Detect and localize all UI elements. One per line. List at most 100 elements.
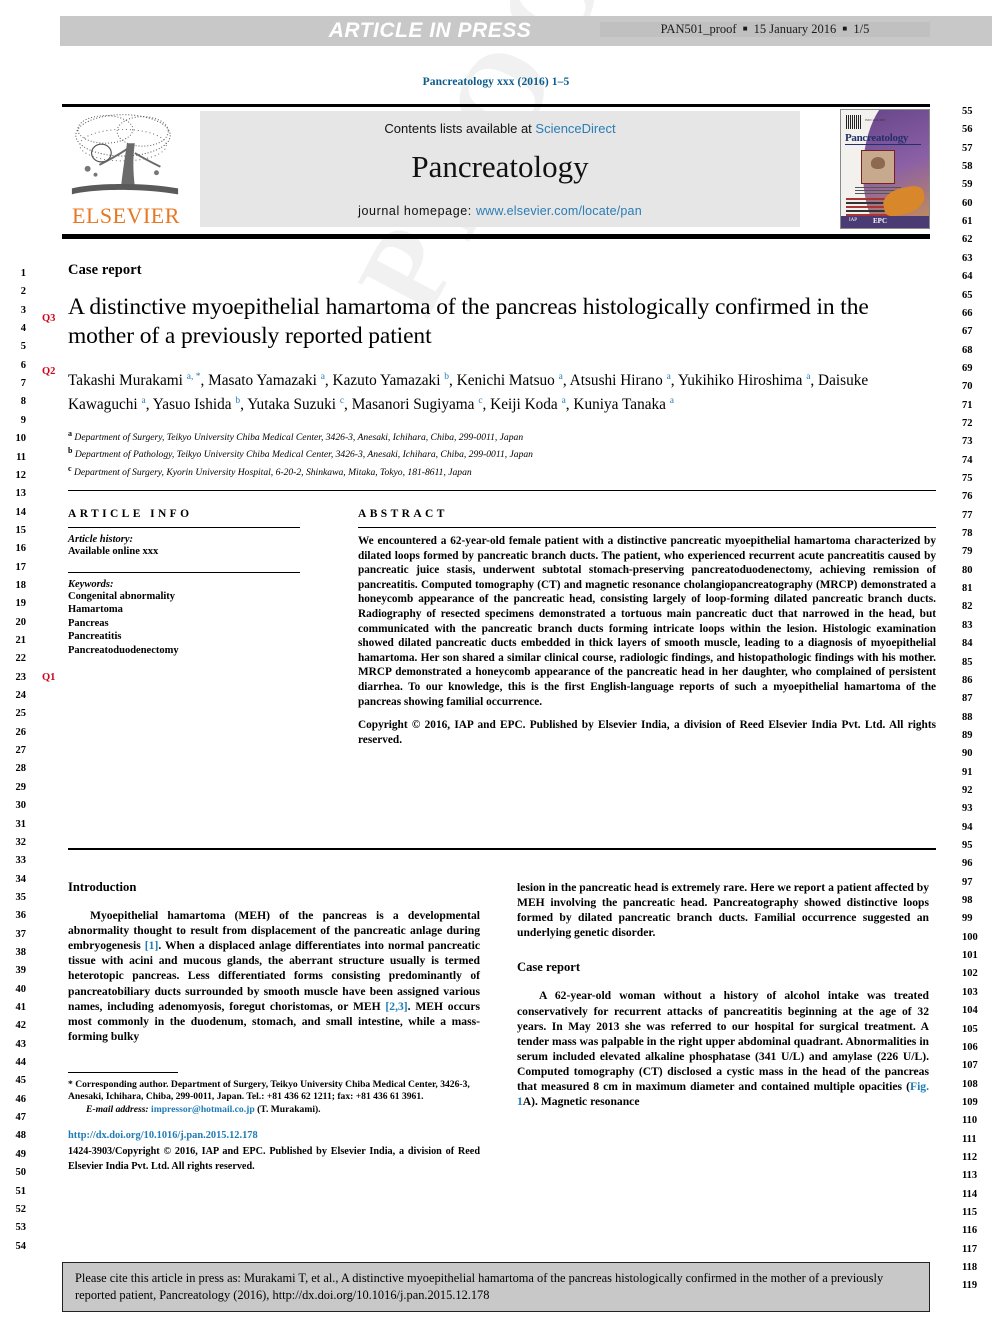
line-number: 63 (962, 252, 973, 264)
line-number: 10 (15, 433, 27, 445)
email-note: E-mail address: impressor@hotmail.co.jp … (68, 1104, 480, 1116)
line-number: 43 (15, 1038, 27, 1050)
line-number: 81 (962, 583, 973, 595)
line-number: 25 (15, 708, 27, 720)
introduction-heading: Introduction (68, 880, 137, 894)
line-number: 93 (962, 803, 973, 815)
line-number: 7 (20, 378, 26, 390)
elsevier-logo: ELSEVIER (62, 109, 190, 229)
author-list: Takashi Murakami a, *, Masato Yamazaki a… (68, 371, 869, 414)
reference-2-3-link[interactable]: [2,3] (385, 1000, 407, 1013)
email-label: E-mail address: (86, 1103, 149, 1115)
line-number: 87 (962, 693, 973, 705)
abstract-body-block: We encountered a 62-year-old female pati… (358, 527, 936, 747)
abstract-heading: ABSTRACT (358, 508, 448, 520)
square-separator-icon: ■ (742, 24, 748, 33)
article-info-column: ARTICLE INFO Article history: Available … (68, 508, 300, 657)
body-left-column: Introduction Myoepithelial hamartoma (ME… (68, 880, 480, 1174)
line-number: 114 (962, 1188, 978, 1200)
keywords-items: Congenital abnormality Hamartoma Pancreas P… (68, 590, 300, 657)
line-number: 36 (15, 910, 27, 922)
affiliation-a: a Department of Surgery, Teikyo Universi… (68, 428, 524, 444)
journal-title: Pancreatology (411, 149, 589, 184)
line-number: 61 (962, 216, 973, 228)
doi-link[interactable]: http://dx.doi.org/10.1016/j.pan.2015.12.… (68, 1128, 480, 1143)
cover-footer-right: EPC (873, 217, 887, 225)
article-history-block: Article history: Available online xxx (68, 527, 300, 558)
affiliation-list: a Department of Surgery, Teikyo Universi… (68, 427, 936, 479)
line-number: 78 (962, 528, 973, 540)
line-number: 6 (20, 359, 26, 371)
corresponding-author-note: * Corresponding author. Department of Su… (68, 1078, 470, 1103)
query-tag-q1[interactable]: Q1 (42, 672, 55, 683)
line-number: 85 (962, 656, 973, 668)
line-number: 28 (15, 763, 27, 775)
line-number: 35 (15, 891, 27, 903)
cover-journal-title: Pancreatology (845, 132, 921, 145)
line-number: 9 (20, 414, 26, 426)
line-number: 47 (15, 1112, 27, 1124)
query-tag-q2[interactable]: Q2 (42, 366, 55, 377)
line-number: 11 (16, 451, 26, 463)
introduction-paragraph: Myoepithelial hamartoma (MEH) of the pan… (68, 908, 480, 1044)
article-type-kicker: Case report (68, 262, 142, 278)
line-number: 68 (962, 344, 973, 356)
journal-masthead: ELSEVIER Contents lists available at Sci… (62, 104, 930, 239)
line-number: 77 (962, 509, 973, 521)
line-number: 46 (15, 1093, 27, 1105)
line-number: 64 (962, 271, 973, 283)
elsevier-wordmark: ELSEVIER (72, 203, 180, 228)
line-number: 111 (962, 1133, 977, 1145)
line-number: 62 (962, 234, 973, 246)
line-number: 60 (962, 197, 973, 209)
line-number: 59 (962, 179, 973, 191)
line-number: 74 (962, 454, 973, 466)
line-number: 31 (15, 818, 27, 830)
line-number: 20 (15, 616, 27, 628)
line-number: 97 (962, 876, 973, 888)
journal-homepage-line: journal homepage: www.elsevier.com/locat… (200, 204, 800, 218)
square-separator-icon: ■ (842, 24, 848, 33)
line-number: 21 (15, 635, 27, 646)
sciencedirect-link[interactable]: ScienceDirect (535, 121, 615, 136)
article-history-value: Available online xxx (68, 546, 159, 557)
cover-issn: ISSN 1424-3903 (865, 118, 886, 122)
line-number: 79 (962, 546, 973, 558)
line-number: 39 (15, 965, 27, 977)
abstract-body: We encountered a 62-year-old female pati… (358, 535, 936, 708)
proof-id: PAN501_proof (660, 22, 737, 36)
abstract-column: ABSTRACT We encountered a 62-year-old fe… (358, 508, 936, 747)
line-number: 98 (962, 895, 973, 907)
line-number: 38 (15, 946, 27, 958)
abstract-bottom-rule (68, 848, 936, 850)
line-number: 13 (15, 488, 27, 500)
line-number: 109 (962, 1096, 978, 1108)
affiliation-c: c Department of Surgery, Kyorin Universi… (68, 463, 472, 478)
line-number: 95 (962, 840, 973, 851)
line-number: 50 (15, 1167, 27, 1179)
cover-portrait-photo (861, 150, 895, 184)
cite-this-article-box: Please cite this article in press as: Mu… (62, 1262, 930, 1312)
line-number: 30 (15, 800, 27, 812)
article-info-heading: ARTICLE INFO (68, 508, 193, 520)
line-number: 3 (20, 304, 26, 316)
line-number: 27 (15, 745, 27, 757)
keywords-block: Keywords: Congenital abnormality Hamartom… (68, 572, 300, 657)
line-number: 82 (962, 601, 973, 613)
reference-1-link[interactable]: [1] (145, 939, 159, 952)
keywords-label: Keywords: (68, 579, 114, 590)
proof-info: PAN501_proof ■ 15 January 2016 ■ 1/5 (600, 22, 930, 37)
line-number: 54 (15, 1240, 27, 1252)
journal-homepage-link[interactable]: www.elsevier.com/locate/pan (476, 204, 642, 218)
line-number: 70 (962, 381, 973, 393)
line-number: 72 (962, 417, 973, 429)
line-number: 19 (15, 598, 27, 610)
line-number: 75 (962, 473, 973, 484)
email-link[interactable]: impressor@hotmail.co.jp (151, 1104, 255, 1115)
query-tag-q3[interactable]: Q3 (42, 313, 55, 324)
cover-barcode-icon (846, 115, 862, 129)
line-number: 89 (962, 729, 973, 741)
line-number: 84 (962, 638, 973, 650)
article-head-rule (68, 490, 936, 492)
line-number: 52 (15, 1203, 27, 1215)
